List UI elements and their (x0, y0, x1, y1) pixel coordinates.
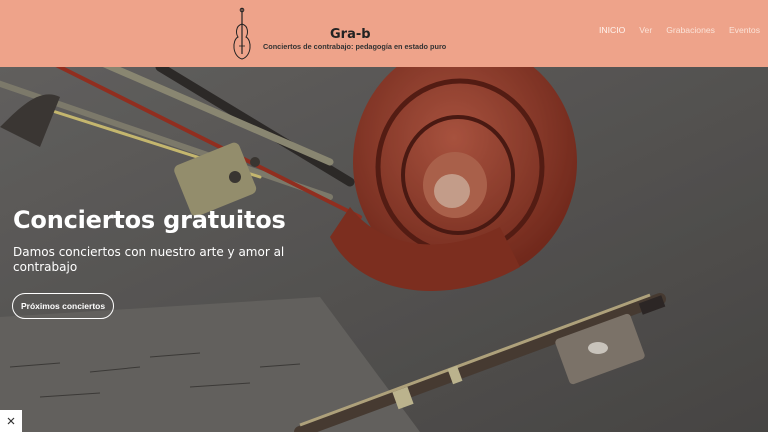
nav-item-inicio[interactable]: INICIO (599, 24, 625, 36)
hero-subtitle: Damos conciertos con nuestro arte y amor… (13, 245, 285, 274)
nav-item-eventos[interactable]: Eventos (729, 24, 760, 36)
hero-title: Conciertos gratuitos (13, 206, 286, 234)
nav-item-grabaciones[interactable]: Grabaciones (666, 24, 715, 36)
hero-section: Conciertos gratuitos Damos conciertos co… (0, 67, 768, 432)
site-tagline: Conciertos de contrabajo: pedagogía en e… (263, 42, 447, 51)
close-button[interactable] (0, 410, 22, 432)
site-title[interactable]: Gra-b (330, 27, 371, 42)
upcoming-concerts-button[interactable]: Próximos conciertos (12, 293, 115, 319)
main-nav: INICIO Ver Grabaciones Eventos (585, 24, 760, 36)
site-header: Gra-b Conciertos de contrabajo: pedagogí… (0, 0, 768, 67)
close-icon (7, 417, 15, 425)
double-bass-icon[interactable] (229, 6, 255, 62)
nav-item-ver[interactable]: Ver (639, 24, 652, 36)
